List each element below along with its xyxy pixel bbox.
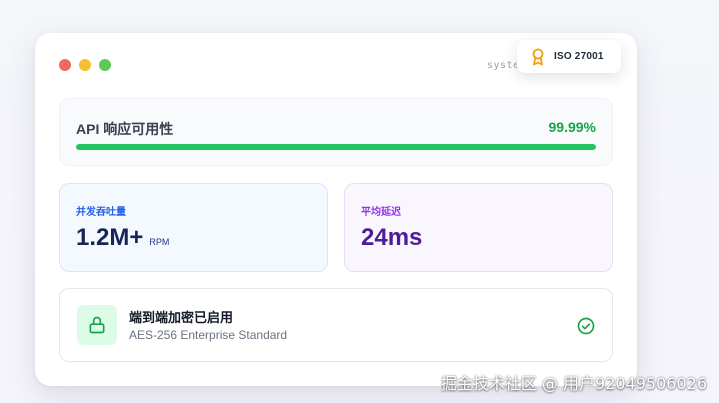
latency-value-row: 24ms — [361, 224, 422, 252]
window-maximize-dot[interactable] — [99, 59, 111, 71]
latency-value: 24ms — [361, 224, 423, 251]
encryption-subtitle: AES-256 Enterprise Standard — [129, 328, 288, 342]
encryption-title: 端到端加密已启用 — [129, 310, 234, 325]
encryption-card: 端到端加密已启用 AES-256 Enterprise Standard — [59, 288, 613, 362]
window-minimize-dot[interactable] — [79, 59, 91, 71]
award-ribbon-icon — [531, 48, 545, 66]
watermark: 掘金技术社区 @ 用户92049506026 — [440, 374, 707, 393]
latency-label: 平均延迟 — [361, 207, 401, 218]
throughput-card: 并发吞吐量 1.2M+ RPM — [59, 183, 328, 272]
throughput-unit: RPM — [149, 237, 170, 247]
app-window: syste API 响应可用性 99.99% 并发吞吐量 1.2M+ RPM 平均… — [35, 33, 637, 386]
system-label: syste — [487, 60, 520, 71]
throughput-label: 并发吞吐量 — [76, 207, 126, 218]
uptime-label: API 响应可用性 — [76, 121, 174, 137]
iso-badge: ISO 27001 — [517, 40, 621, 73]
check-circle-icon — [576, 316, 596, 341]
throughput-value: 1.2M+ — [76, 224, 144, 251]
throughput-value-row: 1.2M+ RPM — [76, 224, 169, 252]
uptime-value: 99.99% — [548, 119, 596, 135]
window-close-dot[interactable] — [59, 59, 71, 71]
uptime-progress-fill — [76, 144, 596, 150]
iso-badge-text: ISO 27001 — [554, 51, 604, 62]
uptime-card: API 响应可用性 99.99% — [59, 98, 613, 166]
latency-card: 平均延迟 24ms — [344, 183, 613, 272]
uptime-progress-track — [76, 144, 596, 150]
lock-icon — [77, 305, 117, 345]
